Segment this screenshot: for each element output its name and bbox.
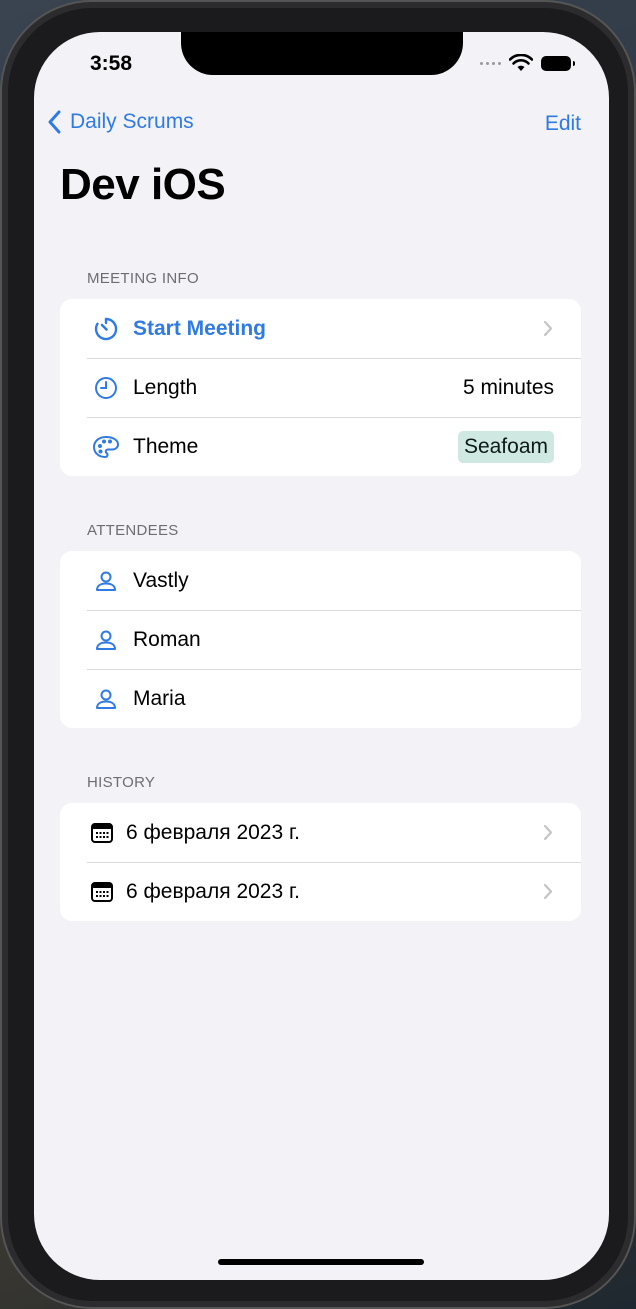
cellular-icon bbox=[480, 61, 501, 65]
attendees-group: Vastly Roman Maria bbox=[60, 551, 581, 728]
clock-icon bbox=[81, 376, 131, 400]
start-meeting-row[interactable]: Start Meeting bbox=[60, 299, 581, 358]
person-icon bbox=[81, 569, 131, 593]
length-value: 5 minutes bbox=[462, 375, 554, 399]
meeting-info-group: Start Meeting Length 5 minutes Theme Sea… bbox=[60, 299, 581, 476]
history-group: 6 февраля 2023 г. 6 февраля 2023 г. bbox=[60, 803, 581, 921]
theme-row: Theme Seafoam bbox=[60, 417, 581, 476]
theme-badge: Seafoam bbox=[457, 430, 554, 463]
start-meeting-label: Start Meeting bbox=[133, 316, 267, 340]
device-frame: 3:58 Daily Scrums Edit Dev iOS MEETING I… bbox=[0, 0, 636, 1309]
attendee-row: Roman bbox=[60, 610, 581, 669]
attendee-name: Maria bbox=[133, 686, 186, 710]
timer-icon bbox=[81, 316, 131, 342]
history-date: 6 февраля 2023 г. bbox=[126, 820, 300, 844]
chevron-left-icon bbox=[48, 110, 61, 134]
wifi-icon bbox=[509, 54, 533, 71]
calendar-icon bbox=[88, 822, 116, 843]
chevron-right-icon bbox=[543, 320, 553, 337]
notch bbox=[181, 32, 463, 75]
theme-label: Theme bbox=[133, 434, 199, 458]
chevron-right-icon bbox=[543, 824, 553, 841]
history-row[interactable]: 6 февраля 2023 г. bbox=[60, 862, 581, 921]
status-time: 3:58 bbox=[90, 52, 133, 75]
attendee-row: Vastly bbox=[60, 551, 581, 610]
page-title: Dev iOS bbox=[60, 160, 226, 209]
section-header-meeting-info: MEETING INFO bbox=[87, 270, 199, 287]
length-row: Length 5 minutes bbox=[60, 358, 581, 417]
section-header-attendees: ATTENDEES bbox=[87, 522, 179, 539]
screen: 3:58 Daily Scrums Edit Dev iOS MEETING I… bbox=[34, 32, 609, 1280]
attendee-row: Maria bbox=[60, 669, 581, 728]
status-icons bbox=[480, 54, 575, 72]
battery-icon bbox=[541, 55, 575, 71]
history-row[interactable]: 6 февраля 2023 г. bbox=[60, 803, 581, 862]
person-icon bbox=[81, 628, 131, 652]
home-indicator[interactable] bbox=[218, 1259, 424, 1265]
length-label: Length bbox=[133, 375, 198, 399]
back-button-label: Daily Scrums bbox=[70, 110, 194, 133]
history-date: 6 февраля 2023 г. bbox=[126, 879, 300, 903]
calendar-icon bbox=[88, 881, 116, 902]
back-button[interactable]: Daily Scrums bbox=[48, 110, 194, 134]
section-header-history: HISTORY bbox=[87, 774, 156, 791]
palette-icon bbox=[81, 435, 131, 459]
attendee-name: Roman bbox=[133, 627, 201, 651]
edit-button[interactable]: Edit bbox=[545, 112, 581, 136]
person-icon bbox=[81, 687, 131, 711]
attendee-name: Vastly bbox=[133, 568, 189, 592]
chevron-right-icon bbox=[543, 883, 553, 900]
